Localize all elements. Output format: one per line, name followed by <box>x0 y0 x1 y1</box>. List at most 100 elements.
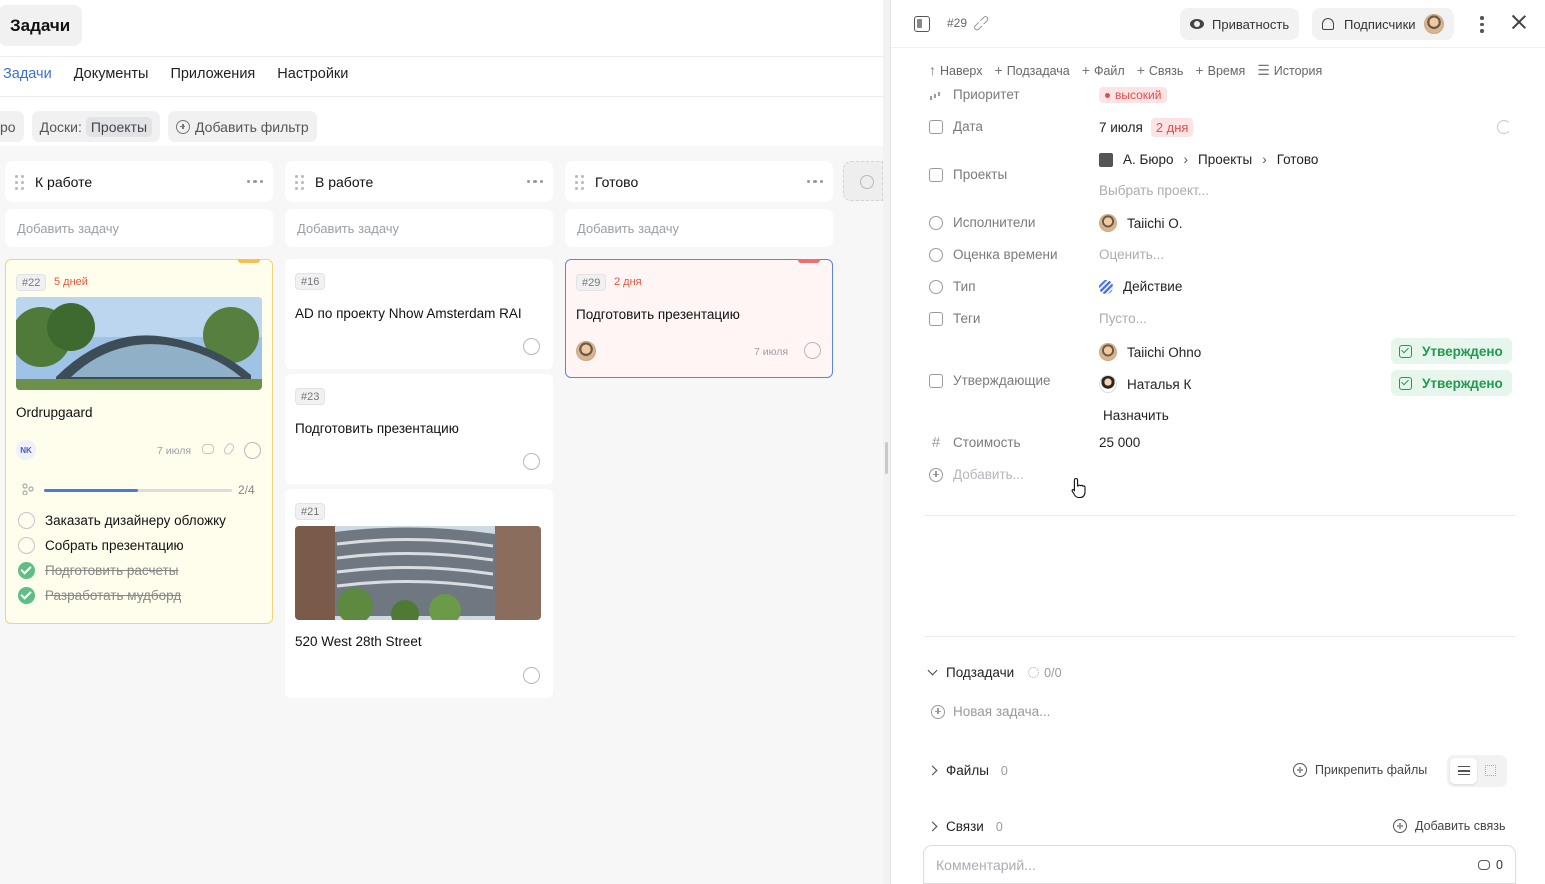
approver-row[interactable]: Наталья К <box>1099 375 1191 393</box>
drag-handle-icon[interactable] <box>295 174 305 190</box>
list-view-button[interactable] <box>1450 758 1477 784</box>
label-text: Добавить... <box>953 467 1024 482</box>
estimate-input[interactable]: Оценить... <box>1099 247 1164 262</box>
complete-toggle[interactable] <box>523 453 540 470</box>
action-file[interactable]: + Файл <box>1082 62 1125 79</box>
checkbox-checked[interactable] <box>18 562 35 579</box>
breadcrumb-item[interactable]: А. Бюро <box>1123 152 1174 167</box>
task-date: 7 июля <box>157 445 192 457</box>
action-link[interactable]: + Связь <box>1137 62 1184 79</box>
checkbox[interactable] <box>18 537 35 554</box>
add-task-button[interactable]: Добавить задачу <box>5 209 273 247</box>
checkbox-checked[interactable] <box>18 587 35 604</box>
approval-status-badge[interactable]: Утверждено <box>1391 338 1512 364</box>
divider <box>923 636 1517 637</box>
tab-apps[interactable]: Приложения <box>170 66 255 82</box>
attach-files-button[interactable]: Прикрепить файлы <box>1293 763 1427 777</box>
link-icon[interactable]: ⊂⊃ <box>969 11 993 35</box>
subtasks-section-toggle[interactable]: Подзадачи 0/0 <box>927 665 1062 680</box>
column-header[interactable]: К работе <box>5 161 273 202</box>
comment-count[interactable]: 0 <box>1478 858 1503 872</box>
close-icon[interactable] <box>1511 14 1527 30</box>
project-breadcrumb[interactable]: А. Бюро › Проекты › Готово <box>1099 152 1318 167</box>
type-value[interactable]: Действие <box>1099 279 1182 294</box>
add-column-button[interactable] <box>843 161 883 201</box>
task-card-21[interactable]: #21 520 West 28th Street <box>285 489 553 698</box>
complete-toggle[interactable] <box>804 342 821 359</box>
action-label: Добавить связь <box>1415 819 1506 833</box>
chevron-right-icon: › <box>1262 152 1267 167</box>
more-vertical-icon[interactable] <box>1480 16 1484 33</box>
add-task-button[interactable]: Добавить задачу <box>285 209 553 247</box>
due-badge: 5 дней <box>54 276 88 288</box>
privacy-label: Приватность <box>1212 16 1290 32</box>
new-subtask-input[interactable]: Новая задача... <box>931 704 1050 719</box>
add-field-button[interactable]: Добавить... <box>929 467 1024 482</box>
filter-chip-cut[interactable]: ро <box>0 111 24 142</box>
more-horizontal-icon[interactable] <box>806 179 823 184</box>
approver-row[interactable]: Taiichi Ohno <box>1099 343 1201 361</box>
card-cover-image <box>295 526 541 620</box>
comment-icon <box>1478 859 1491 870</box>
avatar <box>1423 14 1444 34</box>
more-horizontal-icon[interactable] <box>246 179 263 184</box>
add-filter-button[interactable]: Добавить фильтр <box>168 111 317 142</box>
action-label: История <box>1273 64 1323 78</box>
prop-cost-label: # Стоимость <box>929 435 1021 451</box>
task-card-16[interactable]: #16 AD по проекту Nhow Amsterdam RAI <box>285 259 553 369</box>
task-card-22[interactable]: #22 5 дней Ordrupgaard NK 7 июля 2/4 Зак… <box>5 259 273 624</box>
sidebar-toggle-icon[interactable] <box>914 16 930 32</box>
task-card-23[interactable]: #23 Подготовить презентацию <box>285 374 553 484</box>
approval-status-badge[interactable]: Утверждено <box>1391 370 1512 396</box>
prop-priority-value[interactable]: высокий <box>1099 87 1168 103</box>
action-label: Подзадача <box>1006 64 1070 78</box>
action-time[interactable]: + Время <box>1195 62 1245 79</box>
action-subtask[interactable]: + Подзадача <box>995 62 1070 79</box>
complete-toggle[interactable] <box>244 442 261 459</box>
checklist-item[interactable]: Подготовить расчеты <box>18 562 178 579</box>
tags-input[interactable]: Пусто... <box>1099 311 1147 326</box>
checklist-item[interactable]: Заказать дизайнеру обложку <box>18 512 226 529</box>
complete-toggle[interactable] <box>523 338 540 355</box>
files-section-toggle[interactable]: Файлы 0 <box>927 763 1008 778</box>
breadcrumb-item[interactable]: Проекты <box>1198 152 1252 167</box>
panel-resize-handle[interactable] <box>883 0 890 884</box>
subscribers-button[interactable]: Подписчики <box>1312 8 1454 40</box>
prop-date-value[interactable]: 7 июля 2 дня <box>1099 118 1194 137</box>
label-text: Приоритет <box>953 87 1020 102</box>
more-horizontal-icon[interactable] <box>526 179 543 184</box>
add-link-button[interactable]: Добавить связь <box>1393 819 1505 833</box>
grid-view-icon[interactable] <box>1485 765 1496 776</box>
assignee-value[interactable]: Taiichi O. <box>1099 214 1183 232</box>
column-header[interactable]: Готово <box>565 161 833 202</box>
repeat-icon[interactable] <box>1497 120 1511 134</box>
add-task-button[interactable]: Добавить задачу <box>565 209 833 247</box>
tag-icon <box>929 311 943 326</box>
action-history[interactable]: ☰ История <box>1257 62 1322 79</box>
checklist-item[interactable]: Собрать презентацию <box>18 537 184 554</box>
task-id[interactable]: #29 ⊂⊃ <box>947 11 993 35</box>
label-text: Тип <box>953 279 976 294</box>
tab-settings[interactable]: Настройки <box>277 66 348 82</box>
tab-documents[interactable]: Документы <box>74 66 149 82</box>
column-header[interactable]: В работе <box>285 161 553 202</box>
complete-toggle[interactable] <box>523 667 540 684</box>
checkbox[interactable] <box>18 512 35 529</box>
checklist-item[interactable]: Разработать мудборд <box>18 587 181 604</box>
filter-chip-boards[interactable]: Доски: Проекты <box>31 111 161 142</box>
drag-handle-icon[interactable] <box>15 174 25 190</box>
label-text: Оценка времени <box>953 247 1058 262</box>
assign-approver-button[interactable]: Назначить <box>1103 408 1169 423</box>
task-card-29[interactable]: #29 2 дня Подготовить презентацию 7 июля <box>565 259 833 378</box>
column-in-progress: В работе Добавить задачу <box>285 161 553 247</box>
privacy-button[interactable]: Приватность <box>1180 8 1300 40</box>
tab-tasks[interactable]: Задачи <box>3 66 52 82</box>
cost-value[interactable]: 25 000 <box>1099 435 1140 450</box>
kanban-board: Задачи Задачи Документы Приложения Настр… <box>0 0 883 884</box>
comment-input[interactable]: Комментарий... 0 <box>923 845 1516 884</box>
action-up[interactable]: ↑ Наверх <box>929 62 983 79</box>
breadcrumb-item[interactable]: Готово <box>1277 152 1319 167</box>
select-project-input[interactable]: Выбрать проект... <box>1099 183 1209 198</box>
links-section-toggle[interactable]: Связи 0 <box>927 819 1003 834</box>
drag-handle-icon[interactable] <box>575 174 585 190</box>
